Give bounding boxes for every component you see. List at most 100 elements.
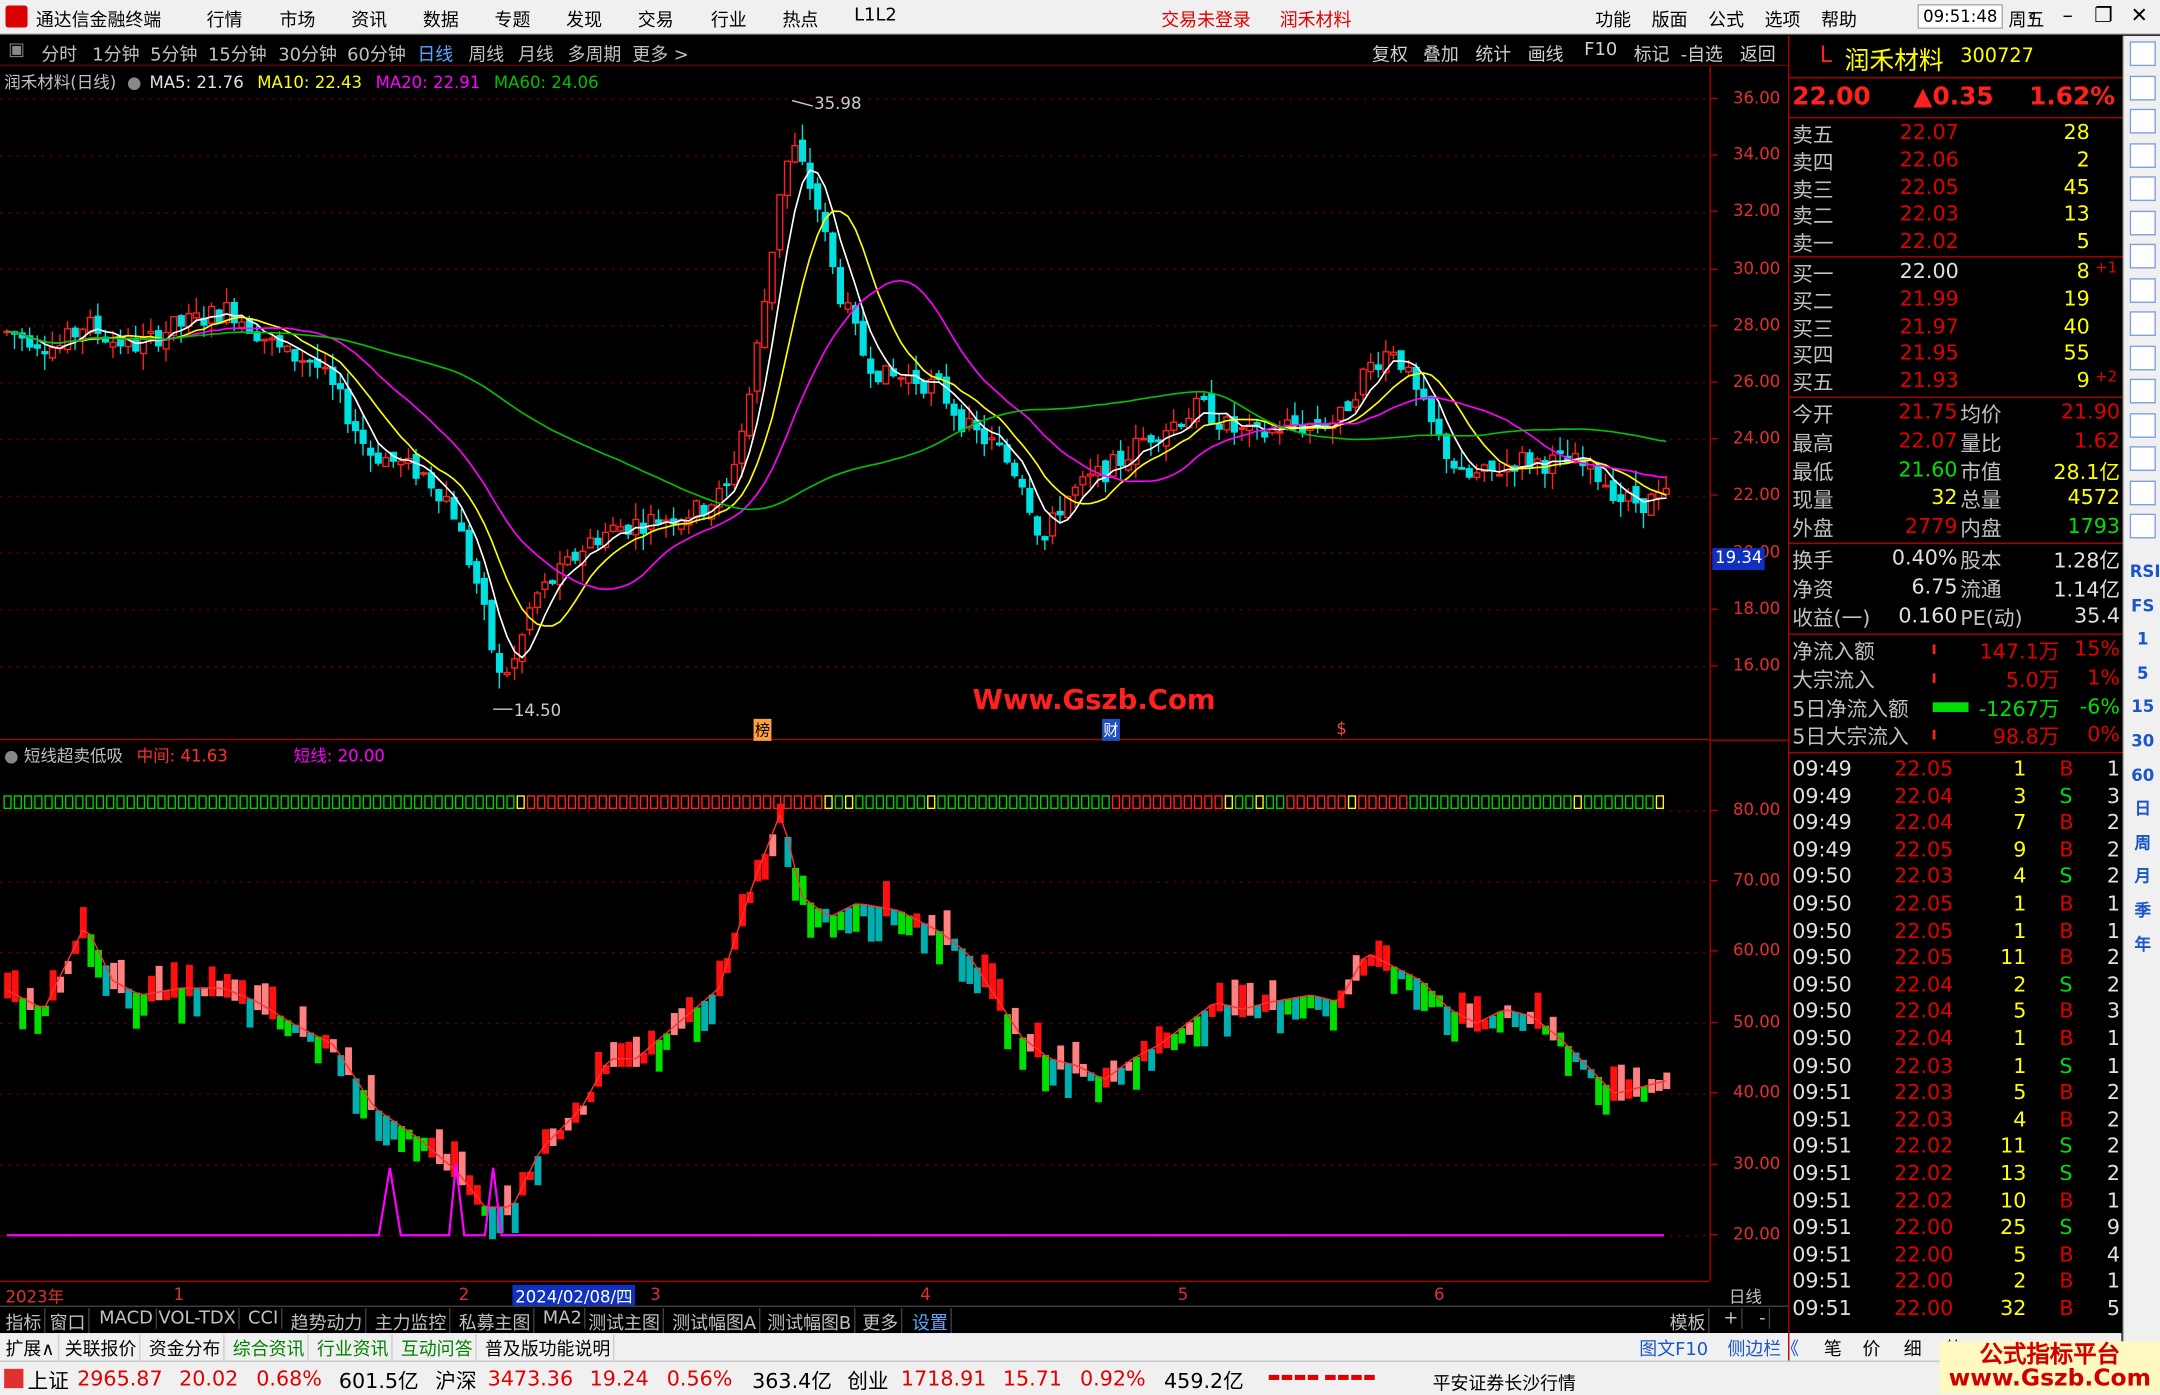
tick-row[interactable]: 09:50 22.04 2 S 2 <box>1789 972 2122 1000</box>
template-button[interactable]: 模板 <box>1667 1308 1710 1335</box>
tab-cci[interactable]: CCI <box>245 1308 283 1329</box>
tick-row[interactable]: 09:49 22.04 7 B 2 <box>1789 810 2122 838</box>
sidebar-period-9[interactable]: 月 <box>2130 864 2156 889</box>
tab-related-quotes[interactable]: 关联报价 <box>62 1334 141 1361</box>
doc2-icon[interactable] <box>2129 378 2156 404</box>
charts-canvas[interactable] <box>0 0 1710 1281</box>
menu-formula[interactable]: 公式 <box>1708 6 1744 32</box>
tick-row[interactable]: 09:50 22.04 1 B 1 <box>1789 1026 2122 1054</box>
tick-row[interactable]: 09:51 22.02 10 B 1 <box>1789 1188 2122 1216</box>
finance-tag[interactable]: 财 <box>1102 718 1120 741</box>
stat-row[interactable]: 现量 32 总量 4572 <box>1789 485 2122 513</box>
index-name[interactable]: 创业 <box>847 1366 888 1395</box>
tab-test-b[interactable]: 测试幅图B <box>765 1308 856 1335</box>
tick-row[interactable]: 09:50 22.04 5 B 3 <box>1789 999 2122 1027</box>
minimize-icon[interactable]: – <box>2053 3 2083 28</box>
ask-row[interactable]: 卖四 22.06 2 <box>1789 147 2122 175</box>
arrow-down-icon[interactable] <box>2129 108 2156 134</box>
tab-fund-dist[interactable]: 资金分布 <box>146 1334 225 1361</box>
clock-icon[interactable] <box>2129 446 2156 471</box>
arrow-up2-icon[interactable] <box>2129 75 2156 100</box>
fundamental-row[interactable]: 收益(一) 0.160 PE(动) 35.4 <box>1789 603 2122 631</box>
line-chart-icon[interactable] <box>2129 210 2156 235</box>
tick-row[interactable]: 09:49 22.05 1 B 1 <box>1789 756 2122 784</box>
f10-graphic-button[interactable]: 图文F10 <box>1639 1334 1708 1361</box>
fundamental-row[interactable]: 净资 6.75 流通 1.14亿 <box>1789 574 2122 602</box>
tab-private[interactable]: 私募主图 <box>456 1308 535 1335</box>
tab-qa[interactable]: 互动问答 <box>398 1334 477 1361</box>
arrow-up-icon[interactable] <box>2129 41 2156 67</box>
sidebar-period-4[interactable]: 15 <box>2130 695 2156 720</box>
tab-test-a[interactable]: 测试幅图A <box>669 1308 761 1335</box>
stat-row[interactable]: 外盘 2779 内盘 1793 <box>1789 514 2122 542</box>
tick-row[interactable]: 09:50 22.05 11 B 2 <box>1789 945 2122 973</box>
index-name[interactable]: 上证 <box>28 1366 69 1395</box>
tab-more[interactable]: 更多 <box>860 1308 903 1335</box>
grid-icon[interactable] <box>2129 176 2156 202</box>
tab-ma2[interactable]: MA2 <box>540 1308 586 1329</box>
tick-row[interactable]: 09:50 22.05 1 B 1 <box>1789 918 2122 946</box>
sidebar-period-7[interactable]: 日 <box>2130 796 2156 821</box>
sidebar-period-8[interactable]: 周 <box>2130 830 2156 855</box>
tab-trend[interactable]: 趋势动力 <box>288 1308 367 1335</box>
tick-row[interactable]: 09:51 22.00 25 S 9 <box>1789 1215 2122 1243</box>
sidebar-period-0[interactable]: RSI <box>2130 559 2160 584</box>
tick-row[interactable]: 09:50 22.03 1 S 1 <box>1789 1053 2122 1081</box>
tick-row[interactable]: 09:51 22.02 13 S 2 <box>1789 1161 2122 1189</box>
candle-icon[interactable] <box>2129 243 2156 269</box>
doc-icon[interactable] <box>2129 344 2156 370</box>
ask-row[interactable]: 卖五 22.07 28 <box>1789 120 2122 148</box>
bid-row[interactable]: 买五 21.93 9 +2 <box>1789 368 2122 396</box>
tab-main-monitor[interactable]: 主力监控 <box>372 1308 451 1335</box>
stat-row[interactable]: 最高 22.07 量比 1.62 <box>1789 428 2122 456</box>
back-button[interactable]: 返回 <box>1740 40 1776 66</box>
tick-row[interactable]: 09:51 22.03 4 B 2 <box>1789 1107 2122 1135</box>
tab-test-main[interactable]: 测试主图 <box>585 1308 665 1335</box>
tick-row[interactable]: 09:51 22.03 5 B 2 <box>1789 1080 2122 1108</box>
ask-row[interactable]: 卖三 22.05 45 <box>1789 174 2122 202</box>
list-icon[interactable] <box>2129 277 2156 303</box>
settings-icon[interactable] <box>2129 479 2156 505</box>
tick-row[interactable]: 09:49 22.05 9 B 2 <box>1789 837 2122 865</box>
indicator-toggle-icon[interactable]: ● <box>4 746 18 765</box>
bid-row[interactable]: 买四 21.95 55 <box>1789 341 2122 369</box>
tab-vol-tdx[interactable]: VOL-TDX <box>156 1308 241 1329</box>
tab-window[interactable]: 窗口 <box>47 1308 90 1335</box>
ask-row[interactable]: 卖一 22.02 5 <box>1789 229 2122 257</box>
flow-row[interactable]: 5日大宗流入 98.8万 0% <box>1789 722 2122 750</box>
tab-general-news[interactable]: 综合资讯 <box>230 1334 309 1361</box>
flow-row[interactable]: 大宗流入 5.0万 1% <box>1789 665 2122 693</box>
back-icon[interactable]: ‹ <box>2017 3 2047 28</box>
remove-window-button[interactable]: - <box>1756 1308 1770 1329</box>
sidebar-period-3[interactable]: 5 <box>2130 661 2156 686</box>
tab-settings[interactable]: 设置 <box>909 1308 952 1335</box>
menu-options[interactable]: 选项 <box>1765 6 1801 32</box>
stat-row[interactable]: 最低 21.60 市值 28.1亿 <box>1789 457 2122 485</box>
f10-icon[interactable] <box>2129 311 2156 337</box>
tick-row[interactable]: 09:51 22.00 32 B 5 <box>1789 1296 2122 1324</box>
bid-row[interactable]: 买一 22.00 8 +1 <box>1789 259 2122 287</box>
flow-row[interactable]: 净流入额 147.1万 15% <box>1789 636 2122 664</box>
sidebar-period-5[interactable]: 30 <box>2130 728 2156 753</box>
restore-icon[interactable]: ❐ <box>2088 3 2118 28</box>
fundamental-row[interactable]: 换手 0.40% 股本 1.28亿 <box>1789 545 2122 573</box>
tick-row[interactable]: 09:51 22.00 5 B 4 <box>1789 1242 2122 1270</box>
tick-row[interactable]: 09:51 22.00 2 B 1 <box>1789 1269 2122 1297</box>
tab-indicator[interactable]: 指标 <box>3 1308 46 1335</box>
sidebar-period-6[interactable]: 60 <box>2130 762 2156 787</box>
bid-row[interactable]: 买三 21.97 40 <box>1789 313 2122 341</box>
tab-edition-info[interactable]: 普及版功能说明 <box>482 1334 615 1361</box>
add-window-button[interactable]: + <box>1721 1308 1743 1329</box>
stat-row[interactable]: 今开 21.75 均价 21.90 <box>1789 399 2122 427</box>
tick-row[interactable]: 09:49 22.04 3 S 3 <box>1789 783 2122 811</box>
menu-help[interactable]: 帮助 <box>1821 6 1857 32</box>
bid-row[interactable]: 买二 21.99 19 <box>1789 286 2122 314</box>
tick-row[interactable]: 09:51 22.02 11 S 2 <box>1789 1134 2122 1162</box>
sidebar-period-10[interactable]: 季 <box>2130 898 2156 923</box>
sidebar-period-2[interactable]: 1 <box>2130 627 2156 652</box>
ask-row[interactable]: 卖二 22.03 13 <box>1789 202 2122 230</box>
chart-icon[interactable] <box>2129 142 2156 168</box>
fs-icon[interactable] <box>2129 412 2156 438</box>
index-name[interactable]: 沪深 <box>435 1366 476 1395</box>
sidebar-period-11[interactable]: 年 <box>2130 932 2156 957</box>
